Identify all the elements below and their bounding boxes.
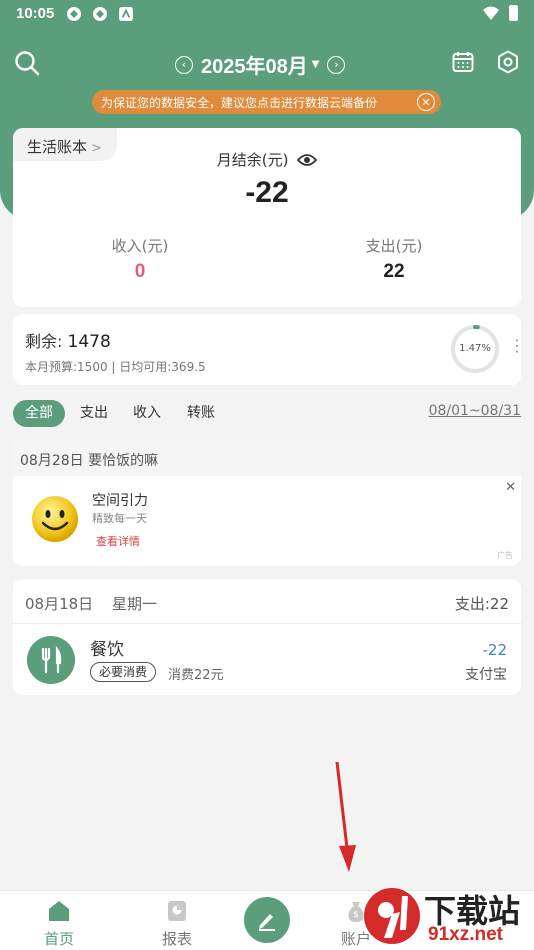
smiley-icon (32, 496, 78, 542)
remaining-value: 1478 (67, 332, 111, 352)
monthly-balance-value: -22 (245, 176, 289, 209)
home-icon (49, 901, 69, 921)
battery-icon (509, 5, 518, 21)
calendar-icon[interactable] (452, 51, 474, 73)
payment-method: 支付宝 (465, 667, 507, 683)
transaction-tag: 必要消费 (90, 662, 157, 682)
current-month[interactable]: 2025年08月 (201, 50, 308, 79)
prev-month-button[interactable]: ‹ (175, 55, 193, 74)
app-notification-icon (119, 7, 133, 21)
income-label: 收入(元) (111, 237, 169, 255)
transaction-weekday: 星期一 (111, 595, 157, 613)
filter-tab-expense[interactable]: 支出 (80, 400, 108, 427)
app-notification-icon (93, 7, 107, 21)
app-notification-icon (67, 7, 81, 21)
ad-title: 空间引力 (92, 493, 148, 509)
nav-report-label: 报表 (161, 930, 192, 948)
monthly-balance-label-text: 月结余(元) (216, 151, 289, 169)
pen-icon (259, 914, 275, 931)
close-ad-icon[interactable]: ✕ (505, 480, 516, 495)
budget-remaining: 剩余: 1478 (25, 328, 111, 352)
expense-summary: 支出(元) 22 (267, 235, 521, 283)
filter-tab-all[interactable]: 全部 (13, 400, 65, 427)
settings-icon[interactable] (496, 50, 520, 74)
transaction-date-row: 08月18日 星期一 支出:22 (13, 579, 521, 624)
day-expense-total: 支出:22 (454, 595, 509, 613)
transaction-group: 08月18日 星期一 支出:22 餐饮 必要消费 消费22元 -22 支付宝 (13, 579, 521, 695)
more-options-icon[interactable]: ⋮ (509, 336, 525, 355)
watermark-logo-icon (364, 888, 420, 944)
wifi-icon (483, 6, 499, 20)
nav-report[interactable]: 报表 (127, 891, 227, 950)
expense-label: 支出(元) (365, 237, 423, 255)
expense-value: 22 (383, 261, 405, 282)
nav-home-label: 首页 (43, 930, 74, 948)
top-navigation: ‹ 2025年08月 ▼ › (0, 44, 534, 84)
ad-description: 精致每一天 (92, 512, 147, 525)
monthly-balance-label: 月结余(元) (13, 149, 521, 170)
transaction-category: 餐饮 (90, 640, 124, 660)
income-summary: 收入(元) 0 (13, 235, 267, 283)
add-record-button[interactable] (244, 897, 290, 943)
status-time: 10:05 (16, 5, 55, 22)
monthly-summary-card: 生活账本 > 月结余(元) -22 收入(元) 0 支出(元) 22 (13, 128, 521, 307)
backup-notice-text: 为保证您的数据安全，建议您点击进行数据云端备份 (101, 95, 378, 110)
remaining-label: 剩余: (25, 332, 63, 351)
filter-tab-income[interactable]: 收入 (133, 400, 161, 427)
filter-tab-transfer[interactable]: 转账 (187, 400, 215, 427)
record-filters: 全部 支出 收入 转账 08/01~08/31 (13, 400, 521, 428)
nav-home[interactable]: 首页 (9, 891, 109, 950)
svg-text:$: $ (353, 910, 359, 920)
eye-icon[interactable] (297, 152, 318, 168)
transaction-amount: -22 (482, 641, 508, 659)
month-selector: ‹ 2025年08月 ▼ › (175, 50, 346, 79)
dining-icon (27, 636, 75, 684)
watermark-url: 91xz.net (428, 924, 503, 945)
ad-details-link[interactable]: 查看详情 (96, 533, 140, 549)
close-notice-button[interactable]: ✕ (417, 93, 435, 111)
date-range-selector[interactable]: 08/01~08/31 (429, 403, 521, 419)
status-bar: 10:05 (0, 0, 534, 28)
report-icon (168, 901, 186, 921)
ad-header: 08月28日 要恰饭的嘛 (13, 440, 521, 476)
budget-percent: 1.47% (459, 343, 491, 354)
ad-label: 广告 (497, 551, 513, 560)
budget-card[interactable]: 剩余: 1478 本月预算:1500 | 日均可用:369.5 1.47% ⋮ (13, 314, 525, 385)
budget-detail: 本月预算:1500 | 日均可用:369.5 (25, 360, 206, 374)
site-watermark: 下载站 91xz.net (362, 882, 534, 950)
transaction-date: 08月18日 (25, 595, 94, 613)
month-dropdown-icon[interactable]: ▼ (312, 59, 320, 70)
income-value: 0 (134, 261, 146, 282)
search-icon[interactable] (14, 50, 40, 76)
backup-notice[interactable]: 为保证您的数据安全，建议您点击进行数据云端备份 ✕ (92, 90, 441, 114)
next-month-button[interactable]: › (327, 55, 346, 74)
transaction-note: 消费22元 (168, 668, 224, 683)
ad-card[interactable]: 08月28日 要恰饭的嘛 空间引力 精致每一天 查看详情 ✕ 广告 (13, 440, 521, 566)
